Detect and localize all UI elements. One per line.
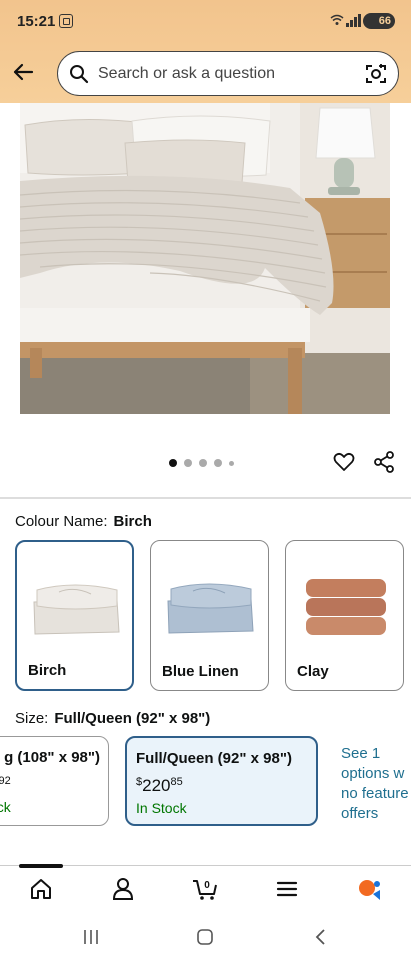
cart-icon[interactable]: 0: [192, 876, 218, 902]
search-bar[interactable]: [57, 51, 399, 96]
colour-option-label: Birch: [28, 662, 67, 679]
back-arrow-icon[interactable]: [11, 60, 35, 84]
back-button-icon[interactable]: [313, 928, 327, 946]
wifi-icon: [330, 13, 344, 30]
svg-text:0: 0: [204, 880, 210, 891]
price-cents: 92: [0, 775, 11, 787]
bottom-nav: 0: [0, 866, 411, 912]
price-main: 220: [142, 776, 171, 795]
carousel-dot[interactable]: [199, 459, 207, 467]
heart-icon[interactable]: [332, 450, 356, 474]
size-label-text: Size:: [15, 710, 49, 727]
size-option-price: 892: [0, 775, 11, 795]
product-image[interactable]: [20, 103, 390, 414]
size-option-full-queen[interactable]: Full/Queen (92" x 98") $22085 In Stock: [125, 736, 318, 826]
size-option-name: g (108" x 98"): [4, 749, 100, 766]
home-icon[interactable]: [28, 876, 54, 902]
carousel-dots[interactable]: [169, 458, 234, 468]
screenshot-icon: [59, 14, 73, 28]
status-bar: 15:21 66: [0, 0, 411, 44]
birch-thumbnail: [33, 584, 120, 635]
section-divider: [0, 497, 411, 499]
rufus-assistant-icon[interactable]: [356, 876, 382, 902]
size-option-stock: In Stock: [136, 800, 187, 816]
battery-indicator: 66: [363, 13, 395, 29]
colour-name-label: Colour Name: Birch: [15, 513, 152, 530]
size-option-name: Full/Queen (92" x 98"): [136, 750, 292, 767]
home-button-icon[interactable]: [196, 928, 214, 946]
search-icon: [70, 65, 89, 84]
account-icon[interactable]: [110, 876, 136, 902]
size-option-king[interactable]: g (108" x 98") 892 ock: [0, 736, 109, 826]
see-more-options-link[interactable]: See 1 options w no feature offers: [341, 744, 411, 824]
carousel-dot[interactable]: [229, 460, 234, 466]
blue-linen-thumbnail: [167, 583, 254, 634]
colour-option-birch[interactable]: Birch: [15, 540, 134, 691]
colour-option-blue-linen[interactable]: Blue Linen: [150, 540, 269, 691]
colour-option-clay[interactable]: Clay: [285, 540, 404, 691]
camera-lens-icon[interactable]: [364, 62, 388, 86]
search-input[interactable]: [98, 61, 353, 87]
colour-selected-value: Birch: [113, 513, 152, 530]
size-option-stock: ock: [0, 799, 11, 815]
clay-thumbnail: [306, 579, 386, 635]
price-cents: 85: [170, 776, 183, 788]
menu-icon[interactable]: [274, 876, 300, 902]
carousel-dot[interactable]: [214, 459, 222, 467]
size-option-price: $22085: [136, 776, 183, 796]
recent-apps-icon[interactable]: [82, 929, 100, 945]
size-label: Size: Full/Queen (92" x 98"): [15, 710, 210, 727]
share-icon[interactable]: [372, 450, 396, 474]
carousel-dot[interactable]: [169, 459, 177, 467]
system-navigation-bar: [0, 912, 411, 960]
signal-icon: [346, 14, 361, 27]
app-header: 15:21 66: [0, 0, 411, 103]
colour-option-label: Clay: [297, 663, 329, 680]
size-selected-value: Full/Queen (92" x 98"): [54, 710, 211, 727]
carousel-dot[interactable]: [184, 459, 192, 467]
colour-option-label: Blue Linen: [162, 663, 239, 680]
status-time: 15:21: [17, 13, 56, 30]
colour-label-text: Colour Name:: [15, 513, 108, 530]
